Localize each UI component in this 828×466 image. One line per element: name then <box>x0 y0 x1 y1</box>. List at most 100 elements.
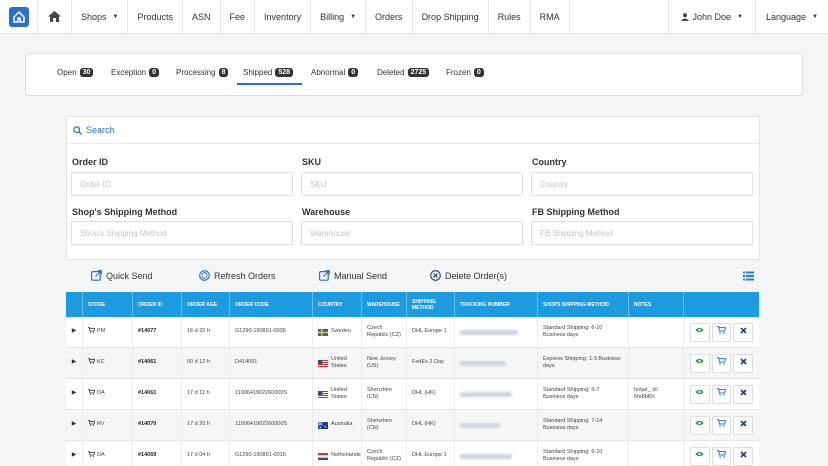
expand-row-toggle[interactable]: ▶ <box>66 379 83 409</box>
order-id-cell[interactable]: #14077 <box>133 317 182 347</box>
close-icon <box>740 451 747 461</box>
close-icon <box>740 358 747 368</box>
table-row[interactable]: ▶ RV #14070 17 d 20 h 1100641902260000S Austr… <box>66 410 759 441</box>
warehouse-cell: Czech Republic (CZ) <box>362 317 407 347</box>
add-to-cart-button[interactable] <box>711 446 732 466</box>
view-button[interactable] <box>690 384 710 404</box>
nav-shops[interactable]: Shops ▼ <box>72 0 129 33</box>
order-id-cell[interactable]: #14061 <box>133 348 182 378</box>
table-row[interactable]: ▶ DA #14061 17 d 11 h 1100641902260000S Unite… <box>66 379 759 410</box>
table-row[interactable]: ▶ DA #14069 17 d 04 h G1290-190801-0016 Nethe… <box>66 441 759 466</box>
expand-row-toggle[interactable]: ▶ <box>66 348 83 378</box>
nav-drop-shipping[interactable]: Drop Shipping <box>413 0 489 33</box>
notes-cell <box>629 348 684 378</box>
nav-fee[interactable]: Fee <box>221 0 256 33</box>
add-to-cart-button[interactable] <box>711 415 732 435</box>
view-button[interactable] <box>690 322 710 342</box>
col-shops-shipping-method[interactable]: SHOPS SHIPPING METHOD <box>538 292 629 317</box>
manual-send-button[interactable]: Manual Send <box>319 270 387 281</box>
delete-row-button[interactable] <box>733 446 754 466</box>
nav-orders[interactable]: Orders <box>366 0 413 33</box>
sku-input[interactable] <box>301 172 523 196</box>
warehouse-name: Shenzhen (CN) <box>367 386 392 400</box>
tracking-number-cell[interactable] <box>455 379 538 409</box>
nav-products[interactable]: Products <box>128 0 184 33</box>
tracking-number-cell[interactable] <box>455 410 538 440</box>
add-to-cart-button[interactable] <box>711 384 732 404</box>
refresh-orders-button[interactable]: Refresh Orders <box>199 270 276 281</box>
order-id-cell[interactable]: #14061 <box>133 379 182 409</box>
tracking-number-cell[interactable] <box>455 348 538 378</box>
cart-icon <box>717 388 727 399</box>
expand-row-toggle[interactable]: ▶ <box>66 317 83 347</box>
col-notes[interactable]: NOTES <box>629 292 684 317</box>
shop-shipping-input[interactable] <box>71 221 293 245</box>
nav-billing[interactable]: Billing ▼ <box>311 0 367 33</box>
shipping-method-cell: DHL (HK) <box>407 410 455 440</box>
order-age-cell: 00 d 12 h <box>182 348 230 378</box>
store-code: DA <box>97 390 105 397</box>
delete-row-button[interactable] <box>733 415 754 435</box>
order-id-cell[interactable]: #14070 <box>133 410 182 440</box>
warehouse-name: New Jersey (US) <box>367 355 396 369</box>
view-button[interactable] <box>690 415 710 435</box>
search-toggle[interactable]: Search <box>73 125 115 135</box>
tab-label: Shipped <box>243 68 273 77</box>
table-row[interactable]: ▶ KC #14061 00 d 12 h D414061 United States Ne… <box>66 348 759 379</box>
tab-frozen[interactable]: Frozen 0 <box>446 68 484 77</box>
tracking-number-cell[interactable] <box>455 441 538 466</box>
view-button[interactable] <box>690 353 710 373</box>
warehouse-input[interactable] <box>301 221 523 245</box>
fb-shipping-input[interactable] <box>531 221 753 245</box>
home-link[interactable] <box>38 0 72 33</box>
cart-icon <box>717 450 727 461</box>
user-menu[interactable]: John Doe ▼ <box>667 0 756 33</box>
tab-processing[interactable]: Processing 8 <box>176 68 229 77</box>
order-id-input[interactable] <box>71 172 293 196</box>
nav-rules[interactable]: Rules <box>489 0 531 33</box>
delete-row-button[interactable] <box>733 353 754 373</box>
view-button[interactable] <box>690 446 710 466</box>
col-shipping-method[interactable]: SHIPPING METHOD <box>407 292 455 317</box>
quick-send-button[interactable]: Quick Send <box>91 270 153 281</box>
nav-billing-label: Billing <box>320 11 345 22</box>
language-menu[interactable]: Language ▼ <box>756 0 828 33</box>
notes-cell <box>629 317 684 347</box>
col-order-age[interactable]: ORDER AGE <box>182 292 230 317</box>
caret-down-icon: ▼ <box>350 13 357 20</box>
add-to-cart-button[interactable] <box>711 322 732 342</box>
col-store[interactable]: STORE <box>83 292 133 317</box>
tab-exception[interactable]: Exception 0 <box>111 68 160 77</box>
col-order-id[interactable]: ORDER ID <box>133 292 182 317</box>
delete-row-button[interactable] <box>733 384 754 404</box>
column-toggle-button[interactable] <box>743 271 754 283</box>
order-id-cell[interactable]: #14069 <box>133 441 182 466</box>
expand-row-toggle[interactable]: ▶ <box>66 410 83 440</box>
tracking-number-cell[interactable] <box>455 317 538 347</box>
delete-orders-button[interactable]: Delete Order(s) <box>430 270 507 281</box>
col-warehouse[interactable]: WAREHOUSE <box>362 292 407 317</box>
col-tracking-number[interactable]: TRACKING NUMBER <box>455 292 538 317</box>
tab-open[interactable]: Open 30 <box>57 68 94 77</box>
order-age: 17 d 04 h <box>187 452 210 459</box>
shipping-method-cell: DHL Europe 1 <box>407 317 455 347</box>
add-to-cart-button[interactable] <box>711 353 732 373</box>
tab-shipped[interactable]: Shipped 528 <box>243 68 294 77</box>
nav-rma[interactable]: RMA <box>531 0 570 33</box>
shop-shipping-label: Shop's Shipping Method <box>72 207 178 217</box>
nav-inventory[interactable]: Inventory <box>255 0 312 33</box>
tab-deleted[interactable]: Deleted 2725 <box>377 68 430 77</box>
expand-row-toggle[interactable]: ▶ <box>66 441 83 466</box>
country-input[interactable] <box>531 172 753 196</box>
table-row[interactable]: ▶ PM #14077 16 d 20 h G1290-190801-0006 Swede… <box>66 317 759 348</box>
count-badge: 0 <box>473 68 484 77</box>
app-logo[interactable] <box>0 0 38 33</box>
tab-abnormal[interactable]: Abnormal 0 <box>311 68 359 77</box>
expand-arrow-icon: ▶ <box>71 359 77 366</box>
country-cell: Netherlands <box>313 441 362 466</box>
delete-row-button[interactable] <box>733 322 754 342</box>
col-country[interactable]: COUNTRY <box>313 292 362 317</box>
warehouse-cell: Shenzhen (CN) <box>362 410 407 440</box>
col-order-code[interactable]: ORDER CODE <box>230 292 313 317</box>
nav-asn[interactable]: ASN <box>183 0 221 33</box>
